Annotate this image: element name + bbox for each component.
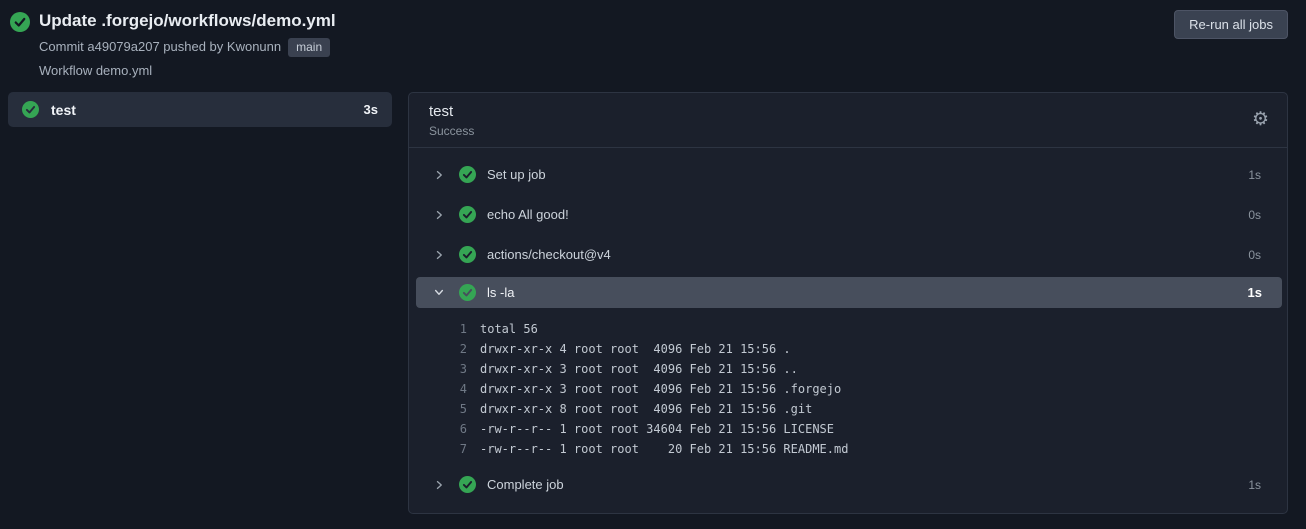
commit-line: Commit a49079a207 pushed by Kwonunn main (39, 37, 336, 58)
sidebar-job-test[interactable]: test 3s (8, 92, 392, 128)
step-success-check-circle-icon (459, 246, 476, 264)
log-line-text: -rw-r--r-- 1 root root 20 Feb 21 15:56 R… (480, 441, 849, 456)
log-line: 5 drwxr-xr-x 8 root root 4096 Feb 21 15:5… (435, 399, 1267, 419)
job-detail-panel: test Success ⚙ Set up job 1s echo All go… (408, 92, 1288, 514)
log-line: 1 total 56 (435, 319, 1267, 339)
step-duration: 1s (1248, 167, 1261, 182)
chevron-right-icon (433, 249, 445, 261)
step-label: echo All good! (487, 207, 569, 223)
log-line-text: -rw-r--r-- 1 root root 34604 Feb 21 15:5… (480, 421, 835, 436)
step-row-complete-job[interactable]: Complete job 1s (409, 465, 1287, 505)
step-label: ls -la (487, 284, 515, 300)
step-duration: 1s (1247, 284, 1262, 300)
job-name: test (51, 101, 76, 118)
log-line-text: total 56 (480, 321, 538, 336)
job-success-check-circle-icon (22, 101, 39, 119)
job-panel-header: test Success ⚙ (409, 93, 1287, 148)
step-row-echo-all-good[interactable]: echo All good! 0s (409, 195, 1287, 235)
run-header: Update .forgejo/workflows/demo.yml Commi… (0, 0, 1306, 87)
chevron-right-icon (433, 479, 445, 491)
steps-list: Set up job 1s echo All good! 0s actions/… (409, 148, 1287, 513)
step-row-actions-checkout[interactable]: actions/checkout@v4 0s (409, 235, 1287, 275)
log-line-number: 2 (459, 341, 467, 356)
chevron-right-icon (433, 169, 445, 181)
log-line-number: 3 (459, 361, 467, 376)
step-row-set-up-job[interactable]: Set up job 1s (409, 155, 1287, 195)
branch-badge[interactable]: main (288, 37, 331, 58)
chevron-right-icon (433, 209, 445, 221)
step-duration: 1s (1248, 477, 1261, 492)
step-label: Set up job (487, 167, 546, 183)
step-duration: 0s (1248, 247, 1261, 262)
log-line-number: 7 (459, 441, 467, 456)
run-title: Update .forgejo/workflows/demo.yml (39, 11, 336, 30)
step-success-check-circle-icon (459, 283, 476, 301)
panel-job-status: Success (429, 123, 475, 138)
success-check-circle-icon (10, 12, 30, 81)
log-line-number: 5 (459, 401, 467, 416)
step-success-check-circle-icon (459, 166, 476, 184)
step-success-check-circle-icon (459, 206, 476, 224)
job-duration: 3s (363, 102, 378, 118)
step-duration: 0s (1248, 207, 1261, 222)
step-success-check-circle-icon (459, 476, 476, 494)
log-line: 6 -rw-r--r-- 1 root root 34604 Feb 21 15:… (435, 419, 1267, 439)
step-label: actions/checkout@v4 (487, 247, 611, 263)
log-line-text: drwxr-xr-x 3 root root 4096 Feb 21 15:56… (480, 361, 798, 376)
log-line: 2 drwxr-xr-x 4 root root 4096 Feb 21 15:5… (435, 339, 1267, 359)
log-line-number: 1 (459, 321, 467, 336)
log-line: 7 -rw-r--r-- 1 root root 20 Feb 21 15:56 … (435, 439, 1267, 459)
jobs-sidebar: test 3s (8, 92, 392, 128)
step-label: Complete job (487, 477, 564, 493)
step-row-ls-la[interactable]: ls -la 1s (416, 276, 1282, 308)
log-line: 3 drwxr-xr-x 3 root root 4096 Feb 21 15:5… (435, 359, 1267, 379)
commit-text: Commit a49079a207 pushed by Kwonunn (39, 39, 282, 55)
log-line-text: drwxr-xr-x 4 root root 4096 Feb 21 15:56… (480, 341, 791, 356)
log-line-text: drwxr-xr-x 3 root root 4096 Feb 21 15:56… (480, 381, 842, 396)
rerun-all-jobs-button[interactable]: Re-run all jobs (1174, 10, 1288, 39)
log-line: 4 drwxr-xr-x 3 root root 4096 Feb 21 15:5… (435, 379, 1267, 399)
log-line-text: drwxr-xr-x 8 root root 4096 Feb 21 15:56… (480, 401, 813, 416)
log-line-number: 4 (459, 381, 467, 396)
panel-job-title: test (429, 103, 454, 121)
log-line-number: 6 (459, 421, 467, 436)
step-log-output: 1 total 56 2 drwxr-xr-x 4 root root 4096 F… (409, 310, 1287, 465)
gear-icon[interactable]: ⚙ (1252, 110, 1269, 129)
chevron-down-icon (433, 286, 445, 298)
workflow-line: Workflow demo.yml (39, 63, 153, 79)
